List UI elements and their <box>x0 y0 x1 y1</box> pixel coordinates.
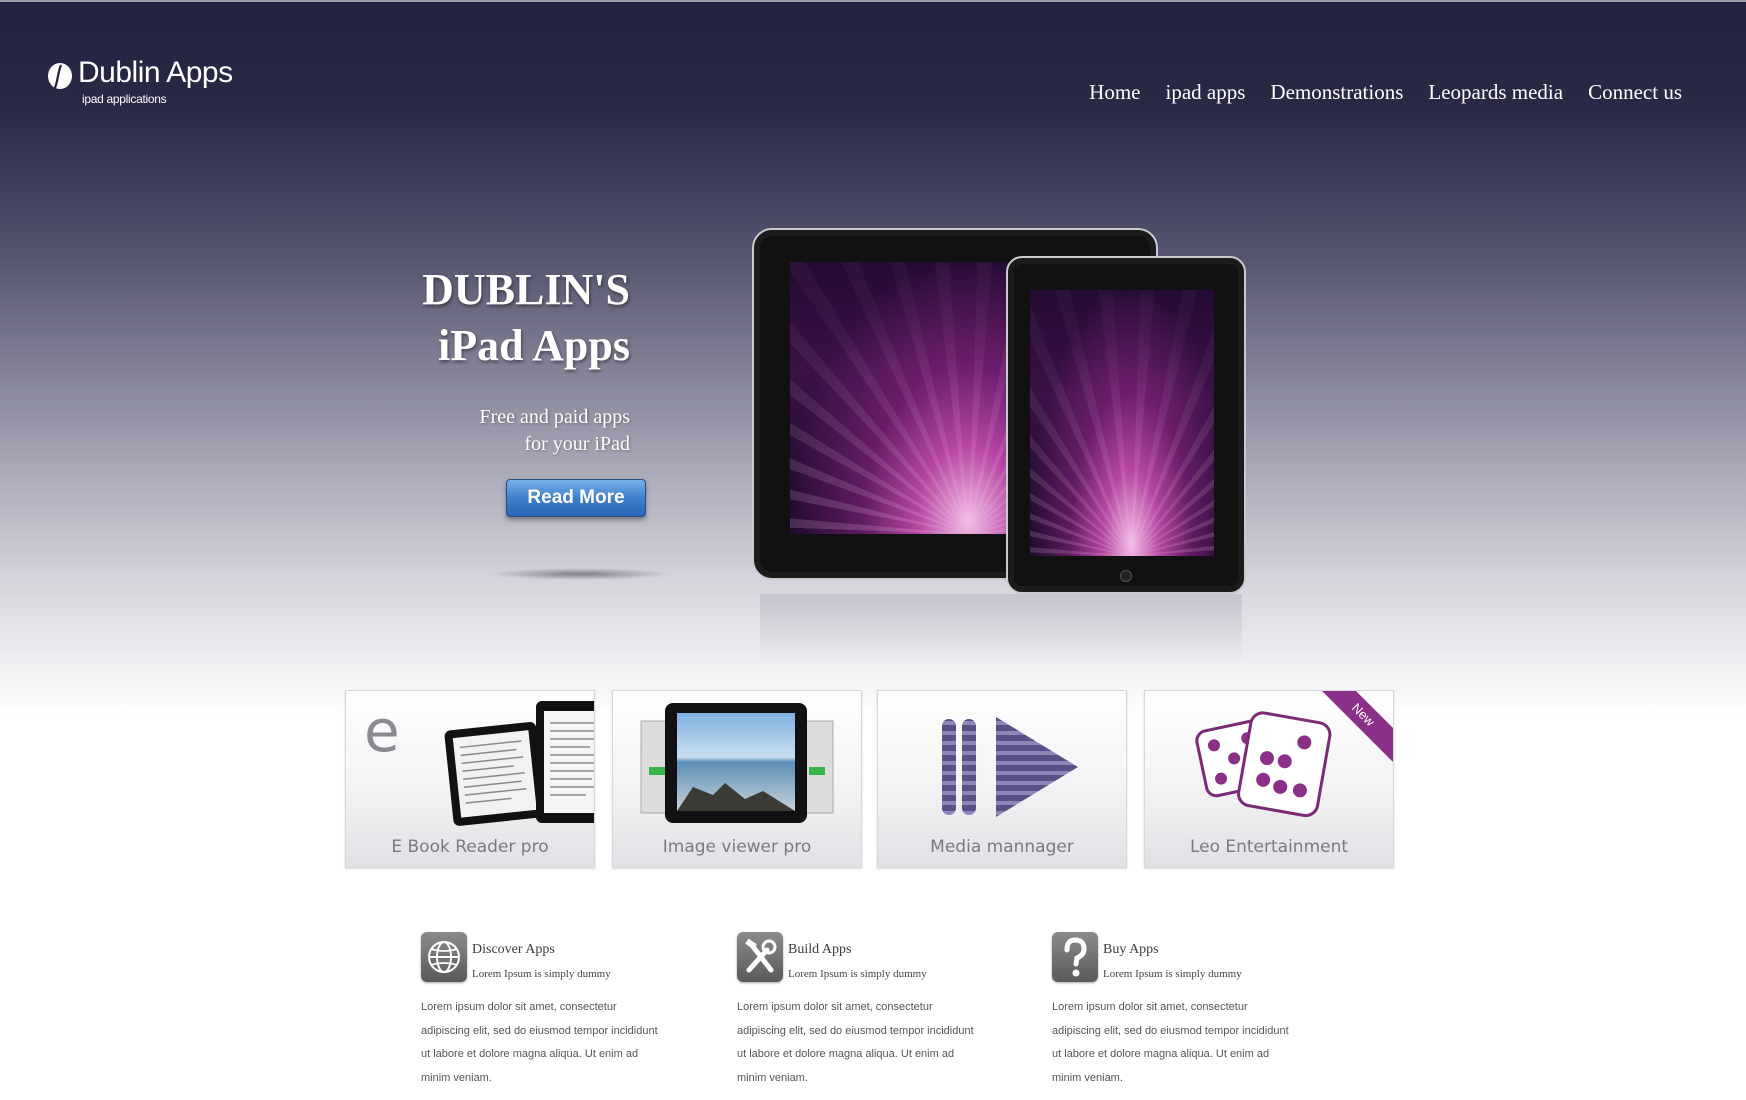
logo-subtitle: ipad applications <box>82 92 167 106</box>
feature-title: Buy Apps <box>1103 942 1159 957</box>
feature-tagline: Lorem Ipsum is simply dummy <box>472 968 611 980</box>
question-icon <box>1052 932 1098 982</box>
read-more-button[interactable]: Read More <box>506 479 646 517</box>
nav-ipad-apps[interactable]: ipad apps <box>1166 80 1246 105</box>
nav-connect-us[interactable]: Connect us <box>1588 80 1682 105</box>
tools-icon <box>737 932 783 982</box>
nav-leopards-media[interactable]: Leopards media <box>1428 80 1563 105</box>
ipad-small-image <box>1006 256 1246 594</box>
logo-title: Dublin Apps <box>78 56 233 89</box>
app-card-label: Leo Entertainment <box>1189 837 1349 857</box>
feature-tagline: Lorem Ipsum is simply dummy <box>788 968 927 980</box>
media-play-icon <box>942 717 1078 817</box>
feature-body: Lorem ipsum dolor sit amet, consectetur … <box>737 1001 974 1084</box>
site-logo[interactable]: Dublin Apps ipad applications <box>46 56 246 108</box>
main-nav: Home ipad apps Demonstrations Leopards m… <box>1089 80 1682 105</box>
hero-text: DUBLIN'S iPad Apps Free and paid apps fo… <box>330 262 630 458</box>
hero-title-line1: DUBLIN'S <box>422 265 630 314</box>
nav-demonstrations[interactable]: Demonstrations <box>1270 80 1403 105</box>
app-card-label: Media mannager <box>930 837 1074 857</box>
hero-subtitle-line1: Free and paid apps <box>479 406 630 428</box>
feature-tagline: Lorem Ipsum is simply dummy <box>1103 968 1242 980</box>
globe-icon <box>421 932 467 982</box>
app-card-ebook-reader[interactable]: e E Book Reader pro <box>345 690 595 868</box>
app-card-leo-entertainment[interactable]: New Leo Entertainment <box>1144 690 1394 868</box>
leaf-logo-icon <box>48 63 72 89</box>
feature-body: Lorem ipsum dolor sit amet, consectetur … <box>1052 1001 1289 1084</box>
top-border <box>0 0 1746 2</box>
hero-title-line2: iPad Apps <box>438 321 630 370</box>
hero-subtitle: Free and paid apps for your iPad <box>330 404 630 458</box>
image-viewer-icon <box>640 703 834 823</box>
app-card-image-viewer[interactable]: Image viewer pro <box>612 690 862 868</box>
ipad-screen <box>1030 290 1214 556</box>
hero-title: DUBLIN'S iPad Apps <box>330 262 630 374</box>
feature-body: Lorem ipsum dolor sit amet, consectetur … <box>421 1001 658 1084</box>
app-card-label: Image viewer pro <box>662 837 812 857</box>
app-card-label: E Book Reader pro <box>391 837 549 857</box>
ipad-reflection <box>760 594 1242 664</box>
feature-title: Discover Apps <box>472 942 555 957</box>
ebook-reader-icon: e <box>364 697 594 826</box>
hero-subtitle-line2: for your iPad <box>524 433 630 455</box>
feature-title: Build Apps <box>788 942 852 957</box>
ipad-home-button <box>1120 570 1132 582</box>
hero-text-shadow <box>490 568 670 580</box>
nav-home[interactable]: Home <box>1089 80 1140 105</box>
app-card-media-manager[interactable]: Media mannager <box>877 690 1127 868</box>
svg-text:e: e <box>364 697 400 765</box>
